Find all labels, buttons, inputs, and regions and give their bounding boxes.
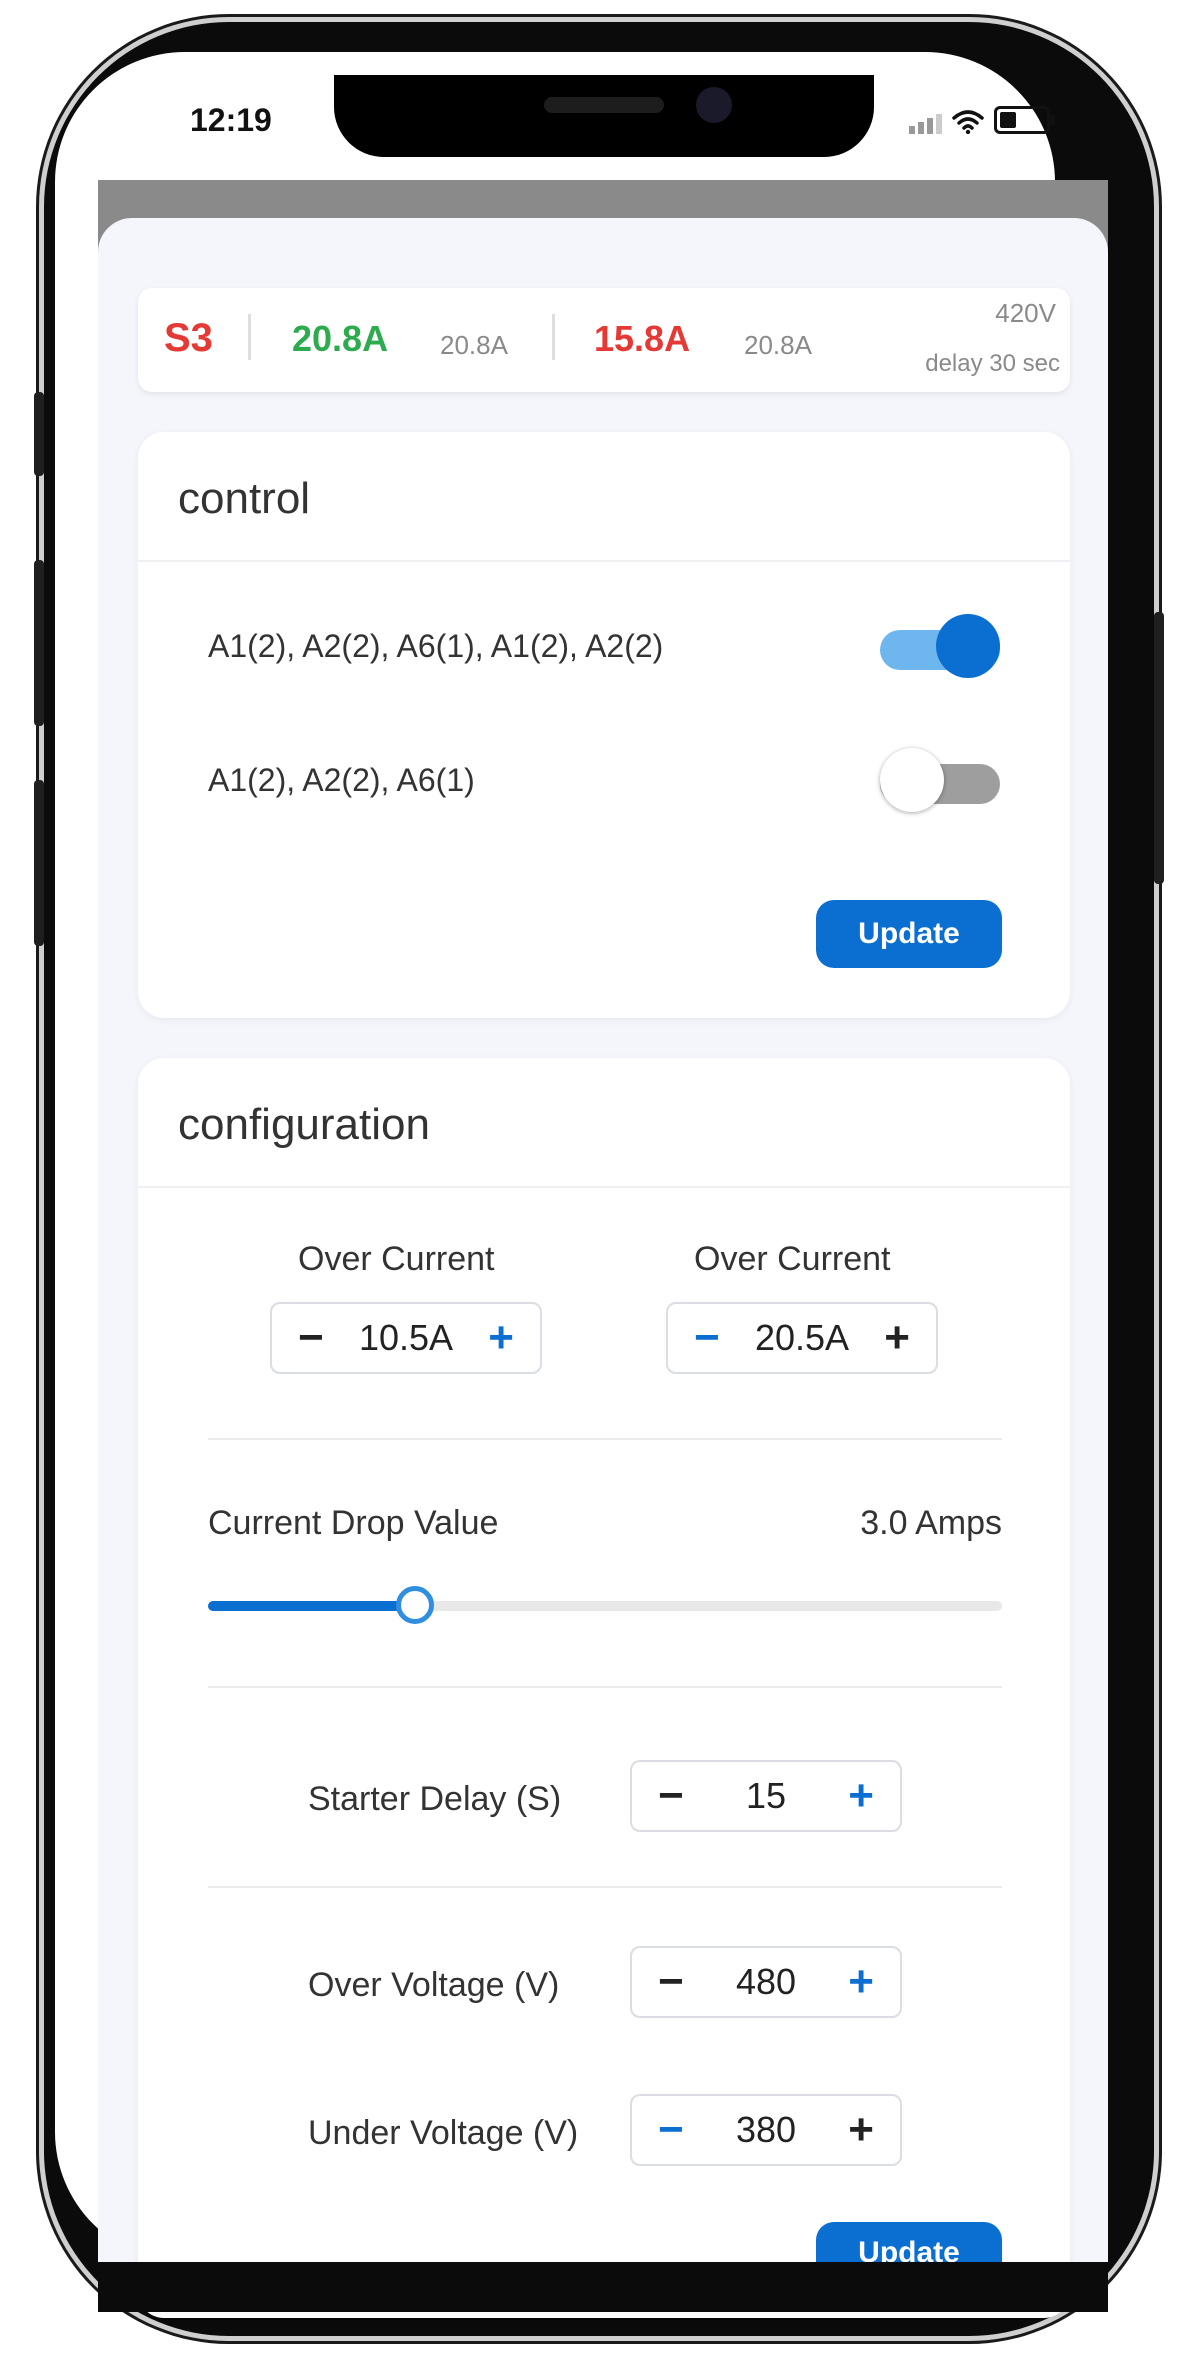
control-update-button[interactable]: Update [816, 900, 1002, 968]
current-drop-slider-fill [208, 1601, 414, 1611]
current-2-value: 15.8A [594, 318, 691, 359]
current-1-reference: 20.8A [440, 330, 508, 360]
bottom-bezel [98, 2262, 1108, 2312]
card-divider [138, 560, 1070, 562]
signal-icon [909, 114, 942, 134]
battery-icon [994, 106, 1055, 134]
over-voltage-stepper: − 480 + [630, 1946, 902, 2018]
delay-text: delay 30 sec [925, 350, 1060, 377]
section-divider [208, 1438, 1002, 1440]
minus-icon[interactable]: − [298, 1316, 324, 1360]
volume-down-button [34, 780, 44, 946]
summary-card: S3 20.8A 20.8A 15.8A 20.8A 420V delay 30… [138, 288, 1070, 392]
under-voltage-label: Under Voltage (V) [308, 2114, 579, 2152]
over-current-1-stepper: − 10.5A + [270, 1302, 542, 1374]
starter-delay-stepper: − 15 + [630, 1760, 902, 1832]
section-divider [208, 1886, 1002, 1888]
over-voltage-label: Over Voltage (V) [308, 1966, 560, 2004]
starter-delay-label: Starter Delay (S) [308, 1780, 562, 1818]
under-voltage-stepper: − 380 + [630, 2094, 902, 2166]
summary-divider [248, 314, 251, 360]
summary-divider [552, 314, 555, 360]
minus-icon[interactable]: − [658, 1960, 684, 2004]
over-current-2-stepper: − 20.5A + [666, 1302, 938, 1374]
minus-icon[interactable]: − [658, 2108, 684, 2152]
control-card: control A1(2), A2(2), A6(1), A1(2), A2(2… [138, 432, 1070, 1018]
front-camera [696, 87, 732, 123]
control-item-label: A1(2), A2(2), A6(1) [208, 762, 475, 798]
plus-icon[interactable]: + [884, 1316, 910, 1360]
status-icons [909, 106, 1055, 134]
toggle-knob [880, 748, 944, 812]
control-toggle-2[interactable] [880, 748, 1000, 812]
over-current-1-label: Over Current [298, 1240, 495, 1278]
toggle-knob [936, 614, 1000, 678]
status-time: 12:19 [190, 102, 272, 138]
under-voltage-value: 380 [735, 2109, 797, 2150]
current-2-reference: 20.8A [744, 330, 812, 360]
current-drop-slider-handle[interactable] [396, 1586, 434, 1624]
configuration-card: configuration [138, 1058, 1070, 2318]
configuration-title: configuration [178, 1100, 430, 1149]
voltage-value: 420V [995, 298, 1056, 328]
minus-icon[interactable]: − [694, 1316, 720, 1360]
current-drop-value: 3.0 Amps [860, 1504, 1002, 1542]
control-title: control [178, 474, 311, 523]
plus-icon[interactable]: + [848, 1774, 874, 1818]
mute-switch [34, 392, 44, 476]
plus-icon[interactable]: + [848, 2108, 874, 2152]
speaker-grille [544, 97, 664, 113]
wifi-icon [952, 110, 984, 134]
control-item-label: A1(2), A2(2), A6(1), A1(2), A2(2) [208, 628, 664, 664]
minus-icon[interactable]: − [658, 1774, 684, 1818]
notch [334, 75, 874, 157]
power-button [1154, 612, 1164, 884]
over-current-2-value: 20.5A [754, 1317, 850, 1358]
current-1-value: 20.8A [292, 318, 389, 359]
over-current-2-label: Over Current [694, 1240, 891, 1278]
current-drop-label: Current Drop Value [208, 1504, 499, 1542]
station-label: S3 [164, 316, 213, 360]
volume-up-button [34, 560, 44, 726]
over-current-1-value: 10.5A [358, 1317, 454, 1358]
over-voltage-value: 480 [735, 1961, 797, 2002]
section-divider [208, 1686, 1002, 1688]
starter-delay-value: 15 [745, 1775, 787, 1816]
plus-icon[interactable]: + [488, 1316, 514, 1360]
card-divider [138, 1186, 1070, 1188]
plus-icon[interactable]: + [848, 1960, 874, 2004]
control-toggle-1[interactable] [880, 614, 1000, 678]
